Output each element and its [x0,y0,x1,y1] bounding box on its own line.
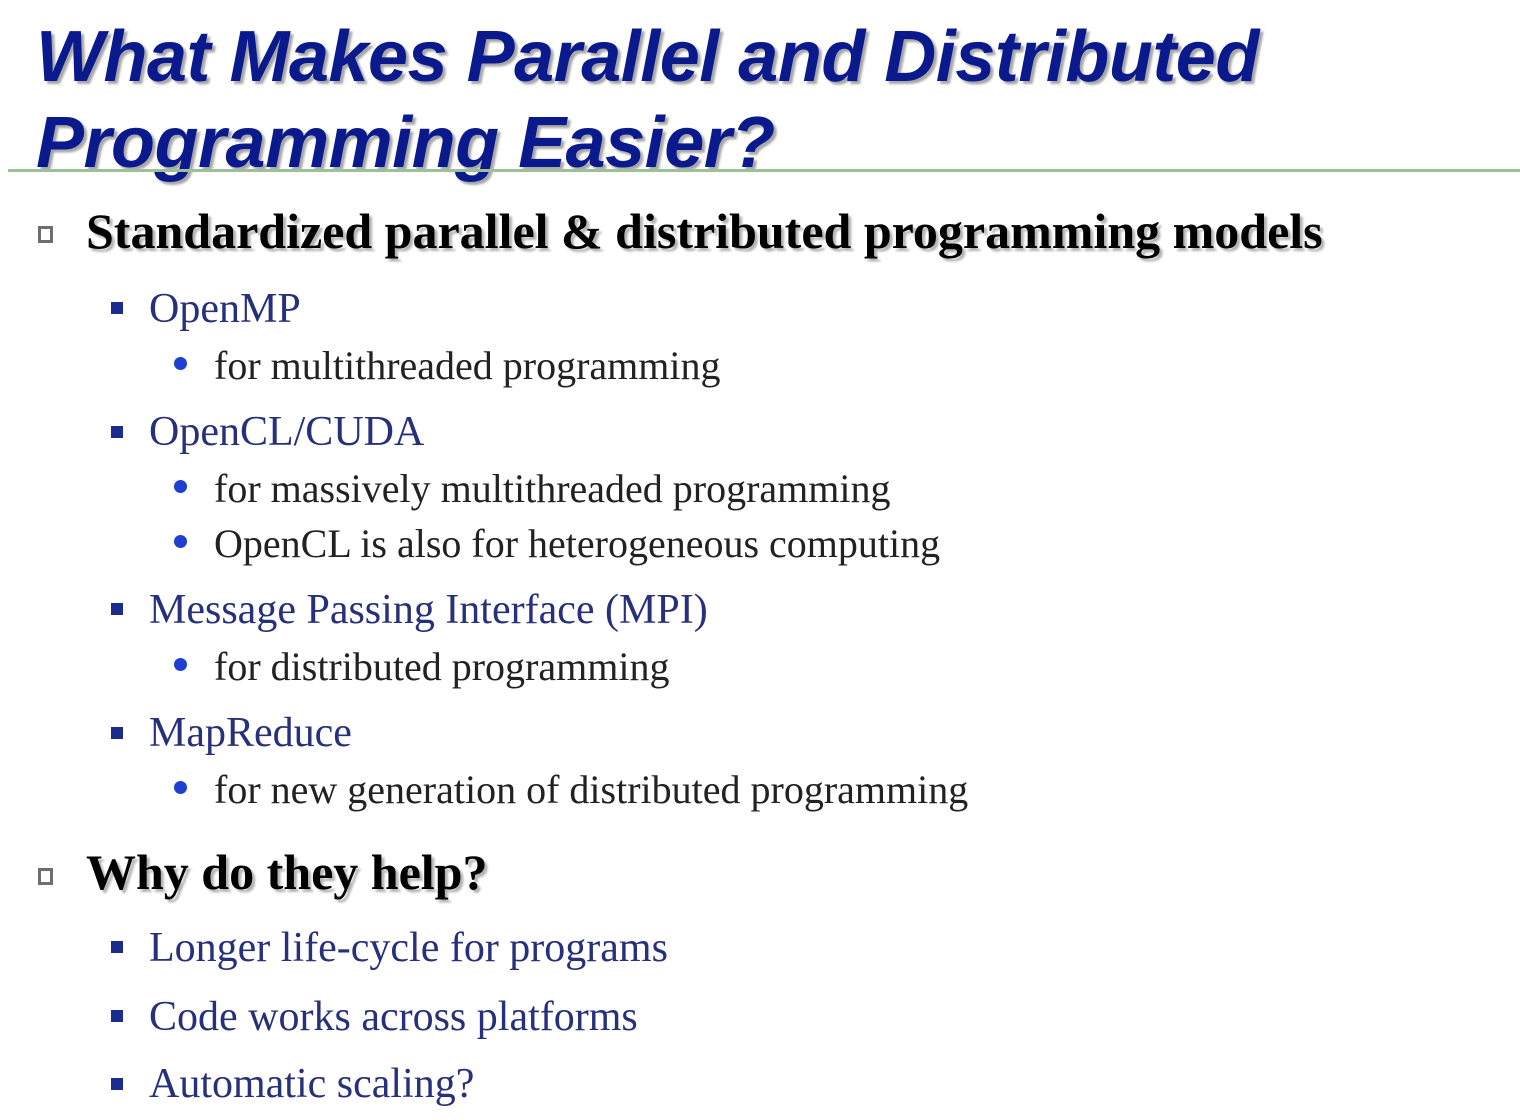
sub-item-label: for multithreaded programming [214,343,721,388]
section-heading: Standardized parallel & distributed prog… [86,203,1323,259]
sub-item-label: for new generation of distributed progra… [214,767,969,812]
filled-circle-icon [174,658,187,671]
list-item-label: OpenCL/CUDA [149,409,425,455]
filled-circle-icon [174,480,187,493]
list-item-label: MapReduce [149,710,352,756]
sub-item-label: OpenCL is also for heterogeneous computi… [214,521,941,566]
hollow-square-icon [38,868,53,885]
list-item-label: Message Passing Interface (MPI) [149,587,708,633]
filled-square-icon [111,1078,123,1090]
slide-title: What Makes Parallel and Distributed Prog… [36,14,1506,186]
filled-square-icon [111,603,123,615]
filled-square-icon [111,302,123,314]
filled-square-icon [111,941,123,953]
list-item-label: OpenMP [149,286,301,332]
filled-square-icon [111,727,123,739]
title-line-1: What Makes Parallel and Distributed [36,17,1259,97]
list-item-label: Automatic scaling? [149,1061,475,1107]
filled-circle-icon [174,535,187,548]
list-item-label: Code works across platforms [149,994,638,1040]
title-divider [8,169,1520,172]
filled-square-icon [111,426,123,438]
list-item-label: Longer life-cycle for programs [149,925,668,971]
filled-square-icon [111,1010,123,1022]
filled-circle-icon [174,781,187,794]
sub-item-label: for massively multithreaded programming [214,466,891,511]
hollow-square-icon [38,226,53,243]
filled-circle-icon [174,357,187,370]
sub-item-label: for distributed programming [214,644,670,689]
section-heading: Why do they help? [86,844,488,900]
title-line-2: Programming Easier? [36,103,775,183]
